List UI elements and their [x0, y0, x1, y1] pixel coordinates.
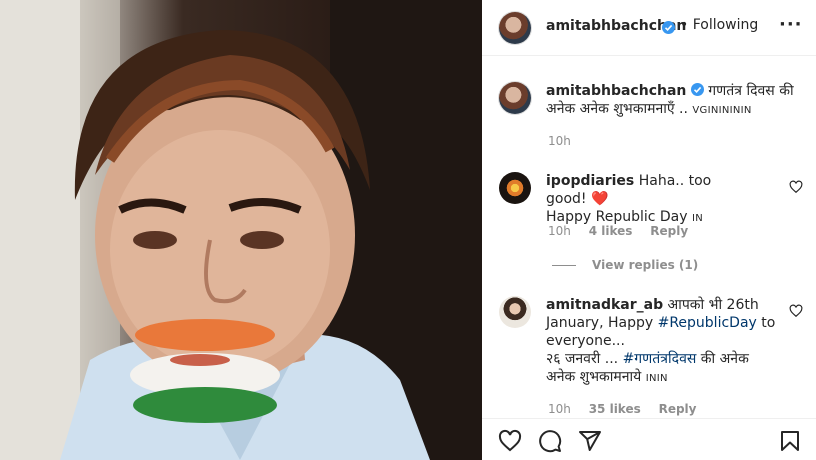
comment-avatar-amitnadkar[interactable]: [499, 296, 531, 328]
author-avatar[interactable]: [499, 12, 531, 44]
hashtag-gantantradivas[interactable]: #गणतंत्रदिवस: [623, 351, 697, 367]
comment-text-2: amitnadkar_ab आपको भी 26th January, Happ…: [546, 296, 778, 388]
comment-reply-button-2[interactable]: Reply: [659, 402, 697, 416]
follow-status[interactable]: • Following: [680, 17, 758, 33]
send-icon[interactable]: [578, 429, 602, 453]
header-separator: •: [680, 17, 689, 33]
view-replies-button[interactable]: View replies (1): [592, 258, 698, 272]
post-image[interactable]: [0, 0, 482, 460]
post-header: amitabhbachchan • Following ···: [482, 0, 816, 56]
comment-username-1[interactable]: ipopdiaries: [546, 173, 634, 189]
like-comment-heart-icon[interactable]: [789, 180, 803, 194]
heart-icon[interactable]: [498, 429, 522, 453]
caption-username[interactable]: amitabhbachchan: [546, 83, 686, 99]
post-dialog: amitabhbachchan • Following ··· amitabhb…: [0, 0, 816, 460]
comment-flag-2: ININ: [645, 373, 668, 384]
following-label[interactable]: Following: [693, 17, 759, 33]
comment-meta-2: 10h 35 likes Reply: [548, 402, 710, 416]
heart-emoji-icon: ❤️: [590, 191, 609, 207]
caption-suffix: VGININININ: [692, 105, 752, 116]
verified-badge-icon: [662, 21, 675, 34]
comment-body-2c: २६ जनवरी ...: [546, 351, 619, 367]
bookmark-icon[interactable]: [778, 429, 802, 453]
more-horizontal-icon[interactable]: ···: [779, 14, 803, 35]
hashtag-republicday[interactable]: #RepublicDay: [658, 315, 757, 331]
comment-time-1: 10h: [548, 224, 571, 238]
caption-verified-icon: [690, 83, 704, 96]
comment-meta-1: 10h 4 likes Reply: [548, 224, 702, 238]
comment-likes-1[interactable]: 4 likes: [589, 224, 633, 238]
caption-time: 10h: [548, 134, 571, 148]
post-photo-illustration: [0, 0, 482, 460]
comment-line2-1: Happy Republic Day: [546, 209, 688, 225]
comment-reply-button-1[interactable]: Reply: [650, 224, 688, 238]
comment-avatar-ipopdiaries[interactable]: [499, 172, 531, 204]
comment-likes-2[interactable]: 35 likes: [589, 402, 641, 416]
comment-flag-1: IN: [692, 213, 704, 224]
caption-avatar[interactable]: [499, 82, 531, 114]
like-comment-heart-icon-2[interactable]: [789, 304, 803, 318]
caption-text: amitabhbachchan गणतंत्र दिवस की अनेक अने…: [546, 82, 796, 120]
comment-time-2: 10h: [548, 402, 571, 416]
comment-text-1: ipopdiaries Haha.. too good! ❤️ Happy Re…: [546, 172, 756, 228]
action-bar: [482, 418, 816, 460]
comment-username-2[interactable]: amitnadkar_ab: [546, 297, 663, 313]
comment-icon[interactable]: [538, 429, 562, 453]
post-side-panel: amitabhbachchan • Following ··· amitabhb…: [482, 0, 816, 460]
view-replies-line: [552, 265, 576, 266]
